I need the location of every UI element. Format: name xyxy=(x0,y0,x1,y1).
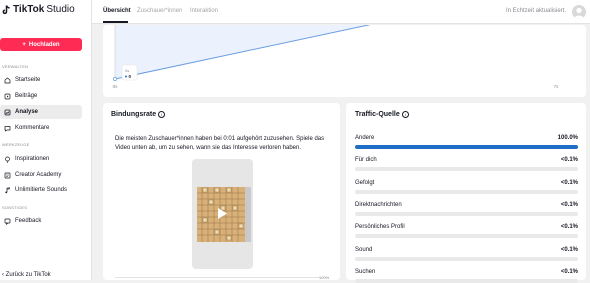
line-chart-card: 0s 7s 0s 0 xyxy=(103,0,586,97)
chart-tooltip: 0s 0 xyxy=(121,64,138,81)
sidebar-item-label: Analyse xyxy=(15,109,39,115)
traffic-source-value: <0.1% xyxy=(560,157,578,164)
retention-description: Die meisten Zuschauer*innen haben bei 0:… xyxy=(115,136,325,151)
section-label-werkzeuge: WERKZEUGE xyxy=(2,142,30,147)
traffic-source-label: Sound xyxy=(355,246,373,253)
traffic-source-value: <0.1% xyxy=(560,246,578,253)
traffic-source-label: Persönliches Profil xyxy=(355,224,405,231)
upload-button[interactable]: + Hochladen xyxy=(0,38,82,51)
feedback-icon xyxy=(4,218,11,225)
sidebar-item-unlimitierte-sounds[interactable]: Unlimitierte Sounds xyxy=(0,183,82,197)
traffic-source-value: <0.1% xyxy=(560,268,578,275)
traffic-source-label: Suchen xyxy=(355,268,376,275)
tooltip-x: 0s xyxy=(125,68,129,73)
sidebar-item-analyse[interactable]: Analyse xyxy=(0,105,82,119)
comment-icon xyxy=(4,125,11,132)
retention-progress-end-label: 100% xyxy=(319,275,330,280)
traffic-source-bar xyxy=(355,167,578,172)
tab-interaktion[interactable]: Interaktion xyxy=(190,8,218,14)
sidebar-item-label: Startseite xyxy=(15,77,41,83)
traffic-source-label: Direktnachrichten xyxy=(355,201,402,208)
traffic-source-value: <0.1% xyxy=(560,224,578,231)
retention-title: Bindungsrate i xyxy=(111,111,166,118)
avatar[interactable] xyxy=(572,5,586,19)
back-to-tiktok-link[interactable]: ‹ Zurück zu TikTok xyxy=(2,272,51,278)
sidebar-item-feedback[interactable]: Feedback xyxy=(0,214,82,228)
analytics-icon xyxy=(4,109,11,116)
sidebar-item-startseite[interactable]: Startseite xyxy=(0,73,82,87)
traffic-source-value: <0.1% xyxy=(560,201,578,208)
traffic-source-value: <0.1% xyxy=(560,179,578,186)
brand-name: TikTok xyxy=(13,4,45,15)
active-tab-indicator xyxy=(103,21,128,23)
sidebar-item-label: Beiträge xyxy=(15,93,38,99)
traffic-source-bar xyxy=(355,145,578,149)
traffic-title-text: Traffic-Quelle xyxy=(355,111,400,118)
home-icon xyxy=(4,77,11,84)
traffic-title: Traffic-Quelle i xyxy=(355,111,409,118)
plus-icon: + xyxy=(22,41,26,48)
traffic-source-value: 100.0% xyxy=(557,135,578,141)
back-label: Zurück zu TikTok xyxy=(5,272,51,278)
sidebar-item-label: Unlimitierte Sounds xyxy=(15,187,68,193)
retention-progress-track xyxy=(115,277,320,278)
upload-label: Hochladen xyxy=(28,41,60,48)
sidebar: TikTok Studio + Hochladen VERWALTEN Star… xyxy=(0,0,92,280)
bulb-icon xyxy=(4,156,11,163)
posts-icon xyxy=(4,93,11,100)
video-player[interactable] xyxy=(192,159,253,269)
play-icon xyxy=(218,208,227,219)
sidebar-item-label: Feedback xyxy=(15,218,42,224)
traffic-source-bar xyxy=(355,211,578,216)
info-icon[interactable]: i xyxy=(401,111,409,118)
tab-zuschauer[interactable]: Zuschauer*innen xyxy=(137,8,182,14)
sidebar-item-kommentare[interactable]: Kommentare xyxy=(0,121,82,135)
sidebar-item-label: Kommentare xyxy=(15,125,50,131)
x-tick-label-end: 7s xyxy=(554,84,560,89)
info-icon[interactable]: i xyxy=(158,111,166,118)
chart-point-start xyxy=(113,77,117,81)
section-label-sonstiges: SONSTIGES xyxy=(2,205,28,210)
x-tick-label-start: 0s xyxy=(113,84,119,89)
line-chart: 0s 7s 0s 0 xyxy=(113,0,586,89)
sidebar-item-beitraege[interactable]: Beiträge xyxy=(0,89,82,103)
traffic-source-bar-fill xyxy=(355,145,578,149)
section-label-verwalten: VERWALTEN xyxy=(2,64,29,69)
sidebar-item-creator-academy[interactable]: Creator Academy xyxy=(0,168,82,182)
product-name: Studio xyxy=(46,4,75,15)
retention-title-text: Bindungsrate xyxy=(111,111,157,118)
traffic-source-bar xyxy=(355,278,578,283)
traffic-source-label: Für dich xyxy=(355,157,377,164)
tiktok-logo-icon xyxy=(2,4,10,14)
traffic-source-label: Gefolgt xyxy=(355,179,375,186)
chart-area-fill xyxy=(115,0,586,79)
tiktok-studio-logo[interactable]: TikTok Studio xyxy=(2,4,75,15)
sidebar-item-label: Inspirationen xyxy=(15,156,50,162)
chevron-left-icon: ‹ xyxy=(2,272,4,278)
realtime-status: In Echtzeit aktualisiert. xyxy=(505,8,566,14)
traffic-source-bar xyxy=(355,256,578,261)
academy-icon xyxy=(4,172,11,179)
sidebar-item-label: Creator Academy xyxy=(15,172,62,178)
tab-uebersicht[interactable]: Übersicht xyxy=(103,8,131,14)
sidebar-item-inspirationen[interactable]: Inspirationen xyxy=(0,152,82,166)
traffic-source-label: Andere xyxy=(355,135,375,141)
music-icon xyxy=(4,186,11,194)
traffic-source-bar xyxy=(355,189,578,194)
traffic-source-bar xyxy=(355,234,578,239)
